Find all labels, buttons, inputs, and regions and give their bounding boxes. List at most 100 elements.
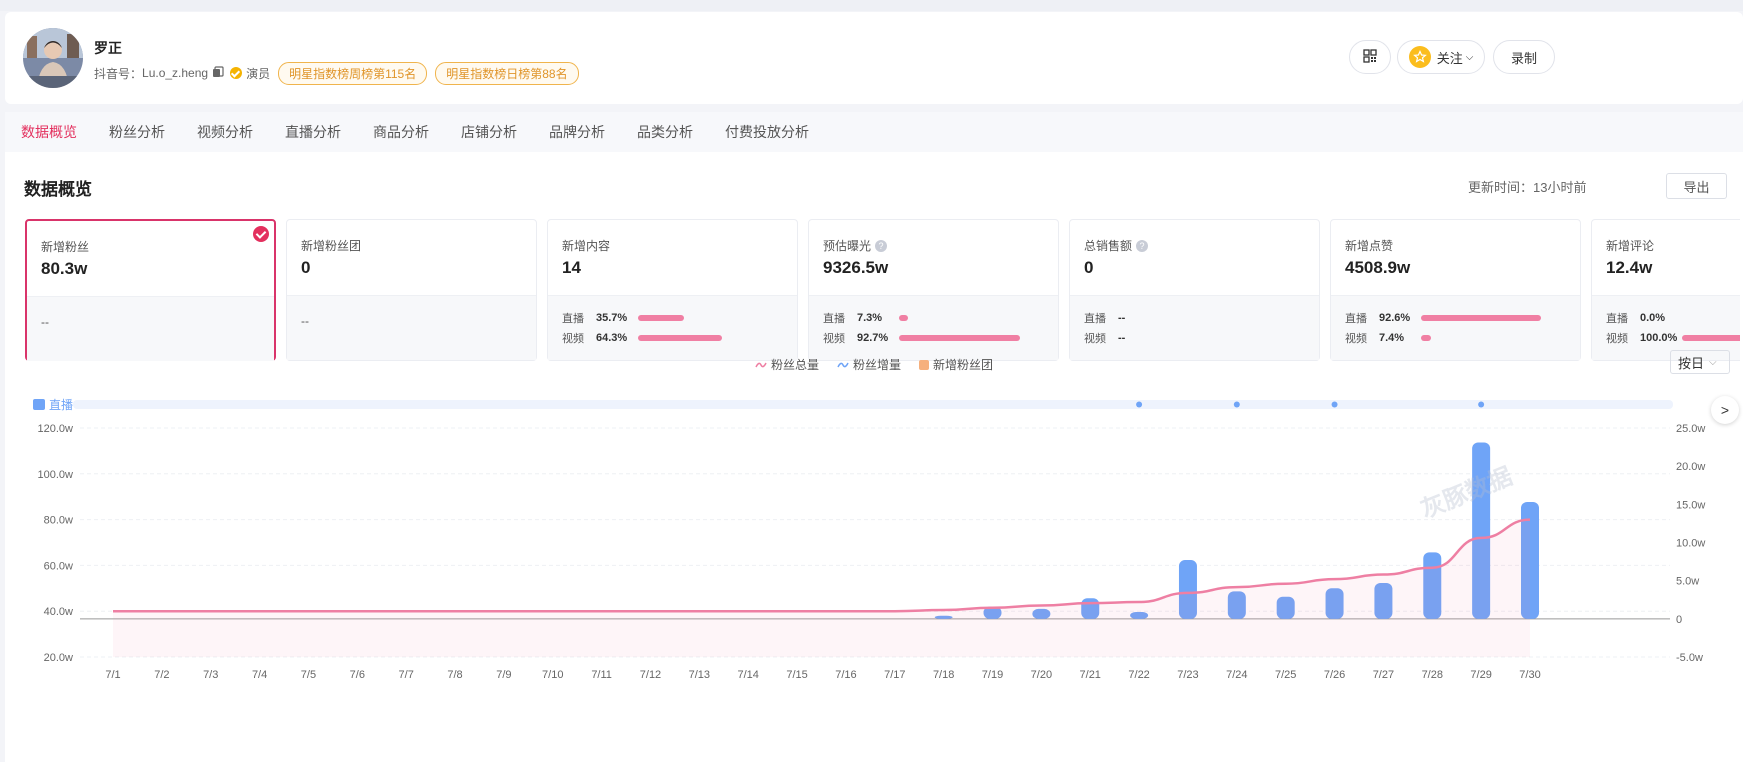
metric-card-new-fan-club[interactable]: 新增粉丝团 0 -- [286, 219, 537, 361]
row-key: 视频 [1606, 333, 1628, 345]
y-right-tick: 5.0w [1676, 576, 1699, 588]
row-key: 视频 [1084, 333, 1106, 345]
profile-name: 罗正 [94, 40, 122, 56]
y-right-tick: 20.0w [1676, 461, 1705, 473]
metric-value: 0 [301, 258, 311, 277]
x-tick: 7/12 [640, 669, 661, 681]
x-tick: 7/29 [1470, 669, 1491, 681]
metric-label: 新增粉丝团 [301, 239, 362, 253]
metric-breakdown: -- [41, 315, 49, 329]
square-swatch-icon [919, 359, 930, 370]
ratio-bar [899, 335, 1020, 341]
copy-icon[interactable] [212, 65, 224, 81]
tab-live[interactable]: 直播分析 [269, 112, 357, 152]
ratio-bar [899, 315, 909, 321]
x-tick: 7/21 [1080, 669, 1101, 681]
x-tick: 7/1 [105, 669, 120, 681]
fans-trend-chart: 视频直播20.0w40.0w60.0w80.0w100.0w120.0w-5.0… [33, 398, 1705, 681]
export-button[interactable]: 导出 [1666, 173, 1727, 199]
x-tick: 7/2 [154, 669, 169, 681]
tab-goods[interactable]: 商品分析 [357, 112, 445, 152]
y-right-tick: 10.0w [1676, 538, 1705, 550]
x-tick: 7/4 [252, 669, 267, 681]
chevron-down-icon: ⌵ [1709, 356, 1717, 368]
x-tick: 7/7 [399, 669, 414, 681]
live-marker [1478, 401, 1485, 408]
record-button[interactable]: 录制 [1493, 40, 1555, 74]
row-key: 直播 [1345, 313, 1367, 325]
row-key: 视频 [562, 333, 584, 345]
top-strip [0, 0, 1743, 11]
tab-video[interactable]: 视频分析 [181, 112, 269, 152]
tab-shop[interactable]: 店铺分析 [445, 112, 533, 152]
metric-cards: 新增粉丝 80.3w -- 新增粉丝团 0 -- 新增内容 14 直播 35.7%… [25, 219, 1740, 361]
rank-day-badge[interactable]: 明星指数榜日榜第88名 [435, 61, 579, 85]
profile-subline: 抖音号： Lu.o_z.heng 演员 明星指数榜周榜第115名 明星指数榜日榜… [94, 61, 579, 85]
help-icon[interactable]: ? [1136, 239, 1149, 252]
row-key: 直播 [562, 313, 584, 325]
x-tick: 7/3 [203, 669, 218, 681]
rank-week-badge[interactable]: 明星指数榜周榜第115名 [278, 61, 428, 85]
tab-brand[interactable]: 品牌分析 [533, 112, 621, 152]
legend-item-increase[interactable]: 粉丝增量 [837, 356, 901, 373]
metric-card-new-content[interactable]: 新增内容 14 直播 35.7% 视频 64.3% [547, 219, 798, 361]
update-time-value: 13小时前 [1533, 180, 1587, 195]
x-tick: 7/22 [1128, 669, 1149, 681]
y-left-tick: 120.0w [38, 423, 74, 435]
tab-fans[interactable]: 粉丝分析 [93, 112, 181, 152]
x-tick: 7/16 [835, 669, 856, 681]
tab-paid-ads[interactable]: 付费投放分析 [709, 112, 825, 152]
metric-card-comments[interactable]: 新增评论 12.4w 直播 0.0% 视频 100.0% [1591, 219, 1740, 361]
y-left-tick: 80.0w [44, 515, 73, 527]
metric-value: 12.4w [1606, 258, 1653, 277]
metric-value: 80.3w [41, 259, 88, 278]
ratio-bar [1682, 335, 1740, 341]
row-percent: 35.7% [596, 312, 628, 324]
ratio-bar [1421, 335, 1431, 341]
granularity-value: 按日 [1678, 355, 1705, 371]
metric-value: 0 [1084, 258, 1094, 277]
row-percent: 7.3% [857, 312, 883, 324]
metric-label: 新增内容 [562, 239, 611, 253]
follow-button[interactable]: 关注 ⌵ [1397, 40, 1485, 74]
qrcode-button[interactable] [1349, 40, 1391, 74]
row-percent: 0.0% [1640, 312, 1666, 324]
metric-card-likes[interactable]: 新增点赞 4508.9w 直播 92.6% 视频 7.4% [1330, 219, 1581, 361]
x-tick: 7/10 [542, 669, 563, 681]
live-track-label: 直播 [49, 398, 73, 412]
metric-value: 14 [562, 258, 581, 277]
metric-card-sales[interactable]: 总销售额? 0 直播 -- 视频 -- [1069, 219, 1320, 361]
x-tick: 7/23 [1177, 669, 1198, 681]
x-tick: 7/26 [1324, 669, 1345, 681]
metric-card-exposure[interactable]: 预估曝光? 9326.5w 直播 7.3% 视频 92.7% [808, 219, 1059, 361]
row-percent: -- [1118, 332, 1126, 344]
tab-overview[interactable]: 数据概览 [5, 112, 93, 152]
x-tick: 7/8 [447, 669, 462, 681]
row-percent: 100.0% [1640, 332, 1678, 344]
row-percent: 7.4% [1379, 332, 1405, 344]
metric-value: 4508.9w [1345, 258, 1411, 277]
y-right-tick: 15.0w [1676, 499, 1705, 511]
x-tick: 7/5 [301, 669, 316, 681]
verified-icon [230, 67, 243, 79]
ratio-bar [638, 335, 722, 341]
qrcode-icon [1363, 48, 1377, 66]
avatar[interactable] [23, 28, 83, 88]
legend-item-total[interactable]: 粉丝总量 [755, 356, 819, 373]
x-tick: 7/6 [350, 669, 365, 681]
metric-label: 新增点赞 [1345, 239, 1394, 253]
tab-bar: 数据概览 粉丝分析 视频分析 直播分析 商品分析 店铺分析 品牌分析 品类分析 … [5, 112, 1743, 152]
y-right-tick: 25.0w [1676, 423, 1705, 435]
help-icon[interactable]: ? [875, 239, 888, 252]
x-tick: 7/9 [496, 669, 511, 681]
metric-card-new-fans[interactable]: 新增粉丝 80.3w -- [25, 219, 276, 361]
x-tick: 7/27 [1373, 669, 1394, 681]
tab-category[interactable]: 品类分析 [621, 112, 709, 152]
legend-item-fan-club[interactable]: 新增粉丝团 [919, 356, 993, 373]
row-percent: 64.3% [596, 332, 628, 344]
y-left-tick: 40.0w [44, 606, 73, 618]
x-tick: 7/30 [1519, 669, 1540, 681]
ratio-bar [638, 315, 685, 321]
y-left-tick: 100.0w [38, 469, 74, 481]
granularity-select[interactable]: 按日 ⌵ [1670, 350, 1730, 374]
